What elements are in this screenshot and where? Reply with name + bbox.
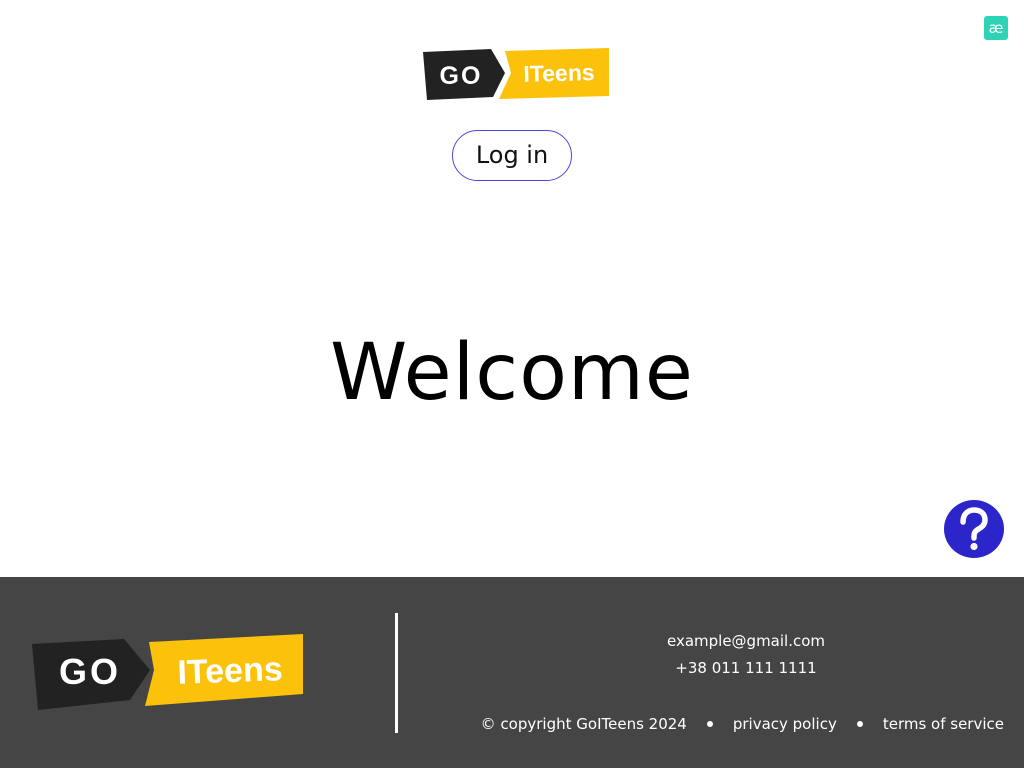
question-mark-icon	[960, 507, 988, 551]
bullet-separator	[706, 721, 713, 727]
header-logo[interactable]: GO ITeens	[423, 46, 609, 102]
footer-logo-text-go: GO	[59, 651, 121, 692]
logo-text-iteens: ITeens	[523, 59, 595, 87]
footer-email[interactable]: example@gmail.com	[570, 631, 922, 651]
footer-divider	[395, 613, 398, 733]
footer-logo-text-iteens: ITeens	[177, 650, 283, 692]
footer: GO ITeens example@gmail.com +38 011 111 …	[0, 577, 1024, 768]
ae-extension-icon[interactable]: æ	[984, 16, 1008, 40]
bullet-separator	[856, 721, 863, 727]
help-button[interactable]	[944, 500, 1004, 558]
terms-of-service-link[interactable]: terms of service	[883, 713, 1004, 735]
footer-phone[interactable]: +38 011 111 1111	[570, 658, 922, 678]
logo-text-go: GO	[440, 62, 483, 90]
footer-links: © copyright GoITeens 2024 privacy policy…	[481, 713, 1004, 735]
copyright-text: © copyright GoITeens 2024	[480, 715, 687, 733]
welcome-title: Welcome	[330, 328, 694, 418]
login-button[interactable]: Log in	[452, 130, 572, 181]
privacy-policy-link[interactable]: privacy policy	[733, 713, 837, 735]
footer-logo[interactable]: GO ITeens	[32, 634, 304, 712]
page: æ GO ITeens Log in Welcome GO ITeens exa…	[0, 0, 1024, 768]
